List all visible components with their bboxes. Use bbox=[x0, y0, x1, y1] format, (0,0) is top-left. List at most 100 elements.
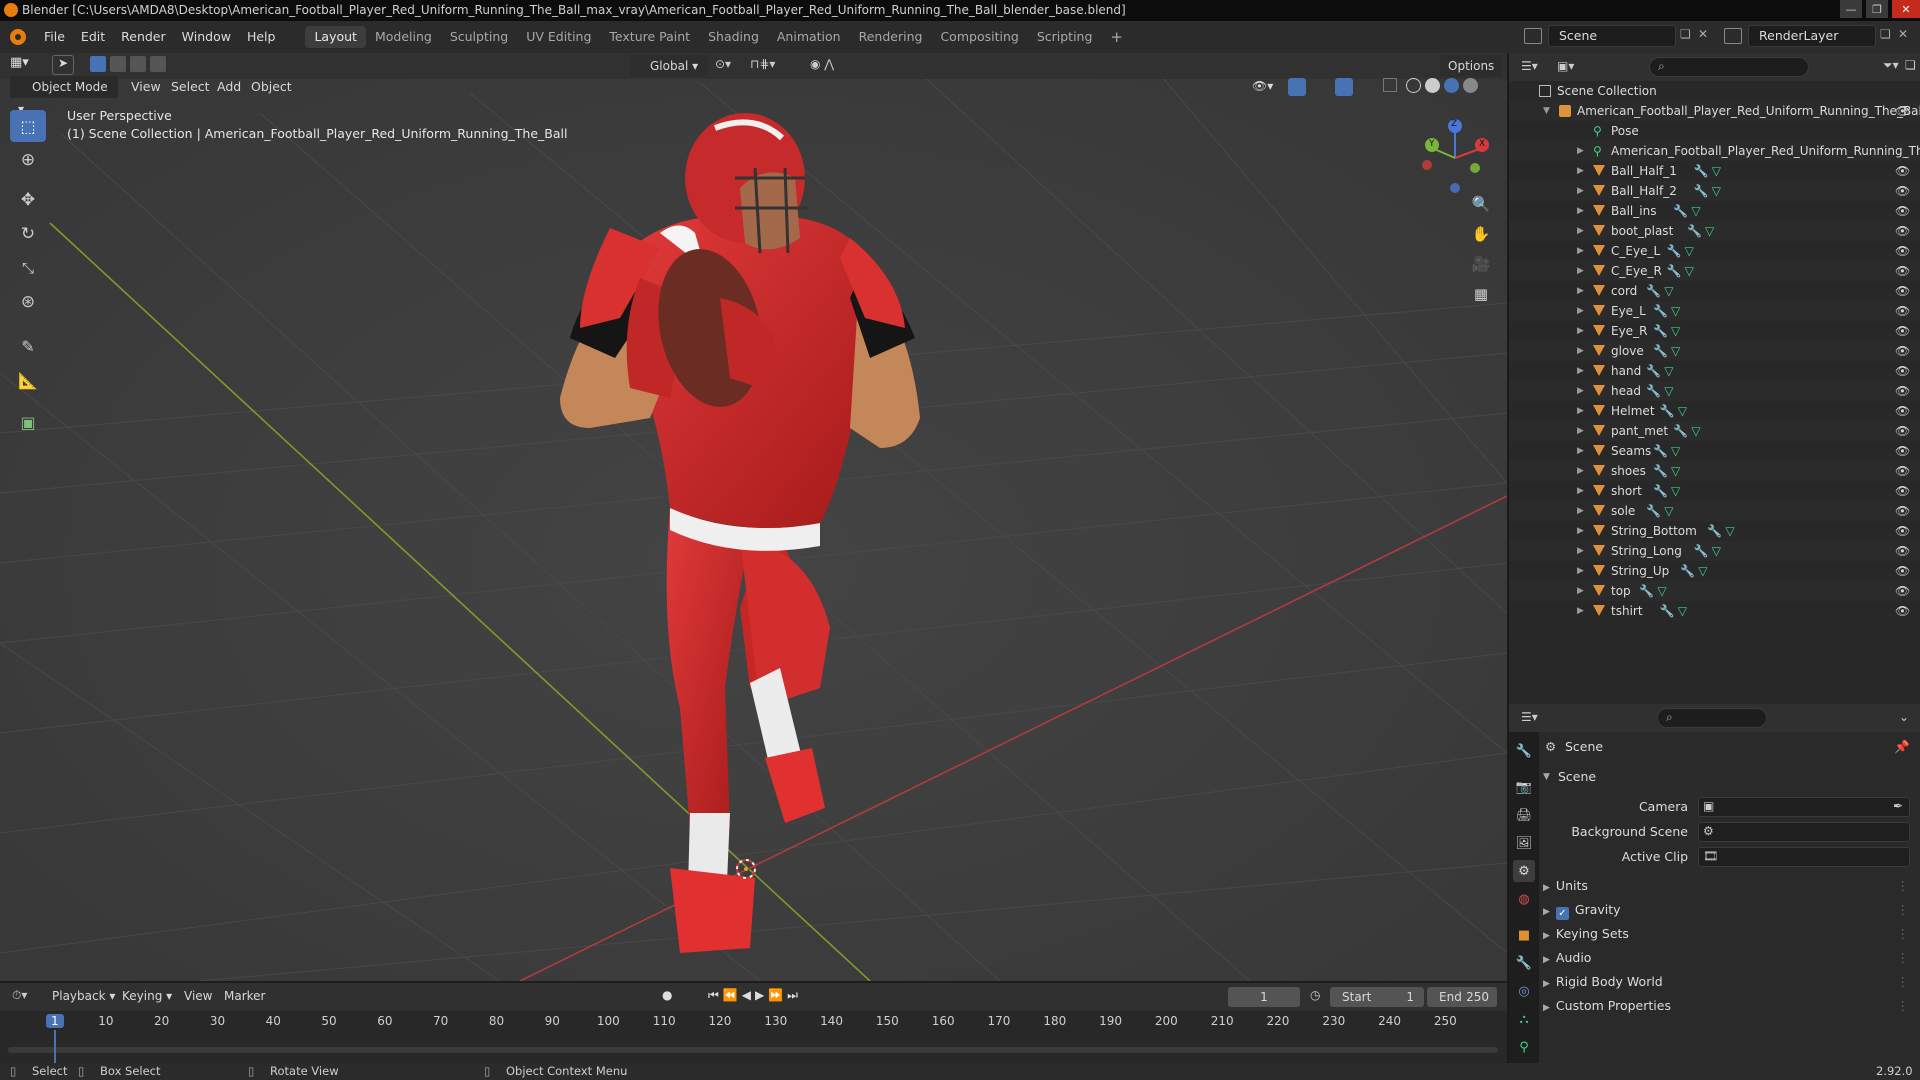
expand-toggle-icon[interactable]: ▶ bbox=[1577, 181, 1584, 201]
menu-help[interactable]: Help bbox=[239, 21, 284, 53]
menu-edit[interactable]: Edit bbox=[73, 21, 113, 53]
expand-toggle-icon[interactable]: ▶ bbox=[1577, 261, 1584, 281]
add-workspace-button[interactable]: + bbox=[1101, 26, 1132, 48]
expand-toggle-icon[interactable]: ▶ bbox=[1577, 341, 1584, 361]
outliner-object-row[interactable]: ▶ cord 🔧 ▽ 👁 bbox=[1509, 281, 1920, 301]
properties-section[interactable]: ▶ Keying Sets ⋮ bbox=[1543, 924, 1913, 946]
menu-file[interactable]: File bbox=[36, 21, 73, 53]
record-icon[interactable]: ● bbox=[662, 988, 672, 1002]
modifier-wrench-icon[interactable]: 🔧 bbox=[1660, 401, 1675, 421]
menu-add[interactable]: Add bbox=[217, 76, 241, 98]
outliner-object-row[interactable]: ▶ hand 🔧 ▽ 👁 bbox=[1509, 361, 1920, 381]
visibility-eye-icon[interactable]: 👁 bbox=[1895, 581, 1910, 601]
mesh-data-icon[interactable]: ▽ bbox=[1691, 421, 1700, 441]
drag-handle-icon[interactable]: ⋮ bbox=[1897, 900, 1910, 920]
3d-viewport[interactable]: Z X Y bbox=[0, 53, 1507, 981]
drag-handle-icon[interactable]: ⋮ bbox=[1897, 972, 1910, 992]
expand-toggle-icon[interactable]: ▶ bbox=[1577, 461, 1584, 481]
expand-toggle-icon[interactable]: ▶ bbox=[1577, 281, 1584, 301]
options-button[interactable]: Options ▾ bbox=[1440, 55, 1502, 95]
properties-section[interactable]: ▶ Rigid Body World ⋮ bbox=[1543, 972, 1913, 994]
section-chevron-icon[interactable]: ▶ bbox=[1543, 883, 1550, 893]
modifier-wrench-icon[interactable]: 🔧 bbox=[1707, 521, 1722, 541]
properties-section[interactable]: ▶ ✓ Gravity ⋮ bbox=[1543, 900, 1913, 922]
outliner-object-row[interactable]: ▶ C_Eye_L 🔧 ▽ 👁 bbox=[1509, 241, 1920, 261]
tab-shading[interactable]: Shading bbox=[699, 26, 768, 48]
outliner-object-row[interactable]: ▶ glove 🔧 ▽ 👁 bbox=[1509, 341, 1920, 361]
start-frame-field[interactable]: Start 1 bbox=[1330, 987, 1424, 1007]
outliner-object-row[interactable]: ▶ shoes 🔧 ▽ 👁 bbox=[1509, 461, 1920, 481]
3d-cursor-icon[interactable] bbox=[733, 856, 759, 882]
output-tab-icon[interactable]: 🖨 bbox=[1513, 804, 1535, 826]
current-frame-marker[interactable]: 1 bbox=[46, 1014, 64, 1028]
expand-toggle-icon[interactable]: ▶ bbox=[1577, 201, 1584, 221]
view-layer-tab-icon[interactable]: 🖼 bbox=[1513, 832, 1535, 854]
expand-toggle-icon[interactable]: ▶ bbox=[1577, 441, 1584, 461]
tab-scripting[interactable]: Scripting bbox=[1028, 26, 1102, 48]
visibility-eye-icon[interactable]: 👁 bbox=[1895, 461, 1910, 481]
menu-select[interactable]: Select bbox=[171, 76, 210, 98]
modifier-wrench-icon[interactable]: 🔧 bbox=[1653, 321, 1668, 341]
render-layer-selector[interactable]: RenderLayer bbox=[1748, 25, 1876, 47]
tool-tab-icon[interactable]: 🔧 bbox=[1513, 740, 1535, 762]
display-mode-icon[interactable]: ▣▾ bbox=[1557, 59, 1574, 73]
menu-view[interactable]: View bbox=[131, 76, 161, 98]
menu-marker[interactable]: Marker bbox=[224, 989, 265, 1003]
background-scene-field[interactable]: ⚙ bbox=[1698, 822, 1910, 842]
scene-selector[interactable]: Scene bbox=[1548, 25, 1676, 47]
tab-uv-editing[interactable]: UV Editing bbox=[517, 26, 600, 48]
active-clip-field[interactable]: 🎞 bbox=[1698, 847, 1910, 867]
visibility-eye-icon[interactable]: 👁 bbox=[1895, 421, 1910, 441]
tab-layout[interactable]: Layout bbox=[305, 26, 366, 48]
visibility-eye-icon[interactable]: 👁 bbox=[1895, 561, 1910, 581]
playback-controls-icons[interactable]: ⏮⏪◀▶⏩⏭ bbox=[708, 988, 802, 1003]
tab-sculpting[interactable]: Sculpting bbox=[441, 26, 517, 48]
render-tab-icon[interactable]: 📷 bbox=[1513, 776, 1535, 798]
visibility-eye-icon[interactable]: 👁 bbox=[1895, 281, 1910, 301]
menu-object[interactable]: Object bbox=[251, 76, 292, 98]
outliner-object-row[interactable]: ▶ short 🔧 ▽ 👁 bbox=[1509, 481, 1920, 501]
section-chevron-icon[interactable]: ▶ bbox=[1543, 907, 1550, 917]
visibility-eye-icon[interactable]: 👁 bbox=[1895, 401, 1910, 421]
snap-icon[interactable]: ⊓⋕▾ bbox=[750, 57, 775, 71]
modifier-wrench-icon[interactable]: 🔧 bbox=[1653, 461, 1668, 481]
outliner-editor-icon[interactable]: ☰▾ bbox=[1521, 59, 1538, 73]
outliner-object-row[interactable]: ▶ String_Long 🔧 ▽ 👁 bbox=[1509, 541, 1920, 561]
modifier-wrench-icon[interactable]: 🔧 bbox=[1646, 281, 1661, 301]
playhead-line[interactable] bbox=[54, 1030, 56, 1064]
expand-toggle-icon[interactable]: ▶ bbox=[1577, 161, 1584, 181]
expand-toggle-icon[interactable]: ▶ bbox=[1577, 241, 1584, 261]
modifier-wrench-icon[interactable]: 🔧 bbox=[1646, 361, 1661, 381]
football-player-model[interactable] bbox=[520, 68, 1020, 968]
new-layer-icon[interactable]: ❏ bbox=[1880, 27, 1891, 41]
tab-compositing[interactable]: Compositing bbox=[931, 26, 1027, 48]
visibility-eye-icon[interactable]: 👁 bbox=[1895, 301, 1910, 321]
outliner-object-row[interactable]: ▶ Ball_Half_1 🔧 ▽ 👁 bbox=[1509, 161, 1920, 181]
data-tab-icon[interactable]: ⛬ bbox=[1513, 1008, 1535, 1030]
outliner-search-input[interactable]: ⌕ bbox=[1649, 57, 1809, 77]
xray-toggle-icon[interactable] bbox=[1383, 78, 1397, 92]
scene-panel-chevron-icon[interactable]: ▼ bbox=[1543, 767, 1550, 787]
bone-tab-icon[interactable]: ⚲ bbox=[1513, 1036, 1535, 1058]
outliner-object-row[interactable]: ▶ Helmet 🔧 ▽ 👁 bbox=[1509, 401, 1920, 421]
modifier-wrench-icon[interactable]: 🔧 bbox=[1694, 541, 1709, 561]
visibility-eye-icon[interactable]: 👁 bbox=[1895, 541, 1910, 561]
mesh-data-icon[interactable]: ▽ bbox=[1664, 381, 1673, 401]
visibility-eye-icon[interactable]: 👁 bbox=[1895, 201, 1910, 221]
outliner-object-row[interactable]: ▶ boot_plast 🔧 ▽ 👁 bbox=[1509, 221, 1920, 241]
expand-toggle-icon[interactable]: ▼ bbox=[1543, 101, 1550, 121]
mesh-data-icon[interactable]: ▽ bbox=[1664, 361, 1673, 381]
modifier-wrench-icon[interactable]: 🔧 bbox=[1653, 441, 1668, 461]
expand-toggle-icon[interactable]: ▶ bbox=[1577, 421, 1584, 441]
mesh-data-icon[interactable]: ▽ bbox=[1664, 281, 1673, 301]
modifier-wrench-icon[interactable]: 🔧 bbox=[1680, 561, 1695, 581]
new-collection-icon[interactable]: ❏ bbox=[1905, 58, 1916, 72]
visibility-eye-icon[interactable]: 👁 bbox=[1895, 261, 1910, 281]
visibility-icon[interactable]: 👁▾ bbox=[1252, 79, 1273, 93]
object-mode-dropdown[interactable]: Object Mode ▾ bbox=[10, 76, 118, 116]
minimize-button[interactable]: — bbox=[1840, 0, 1862, 18]
drag-handle-icon[interactable]: ⋮ bbox=[1897, 876, 1910, 896]
expand-toggle-icon[interactable]: ▶ bbox=[1577, 561, 1584, 581]
modifier-wrench-icon[interactable]: 🔧 bbox=[1660, 601, 1675, 621]
drag-handle-icon[interactable]: ⋮ bbox=[1897, 996, 1910, 1016]
